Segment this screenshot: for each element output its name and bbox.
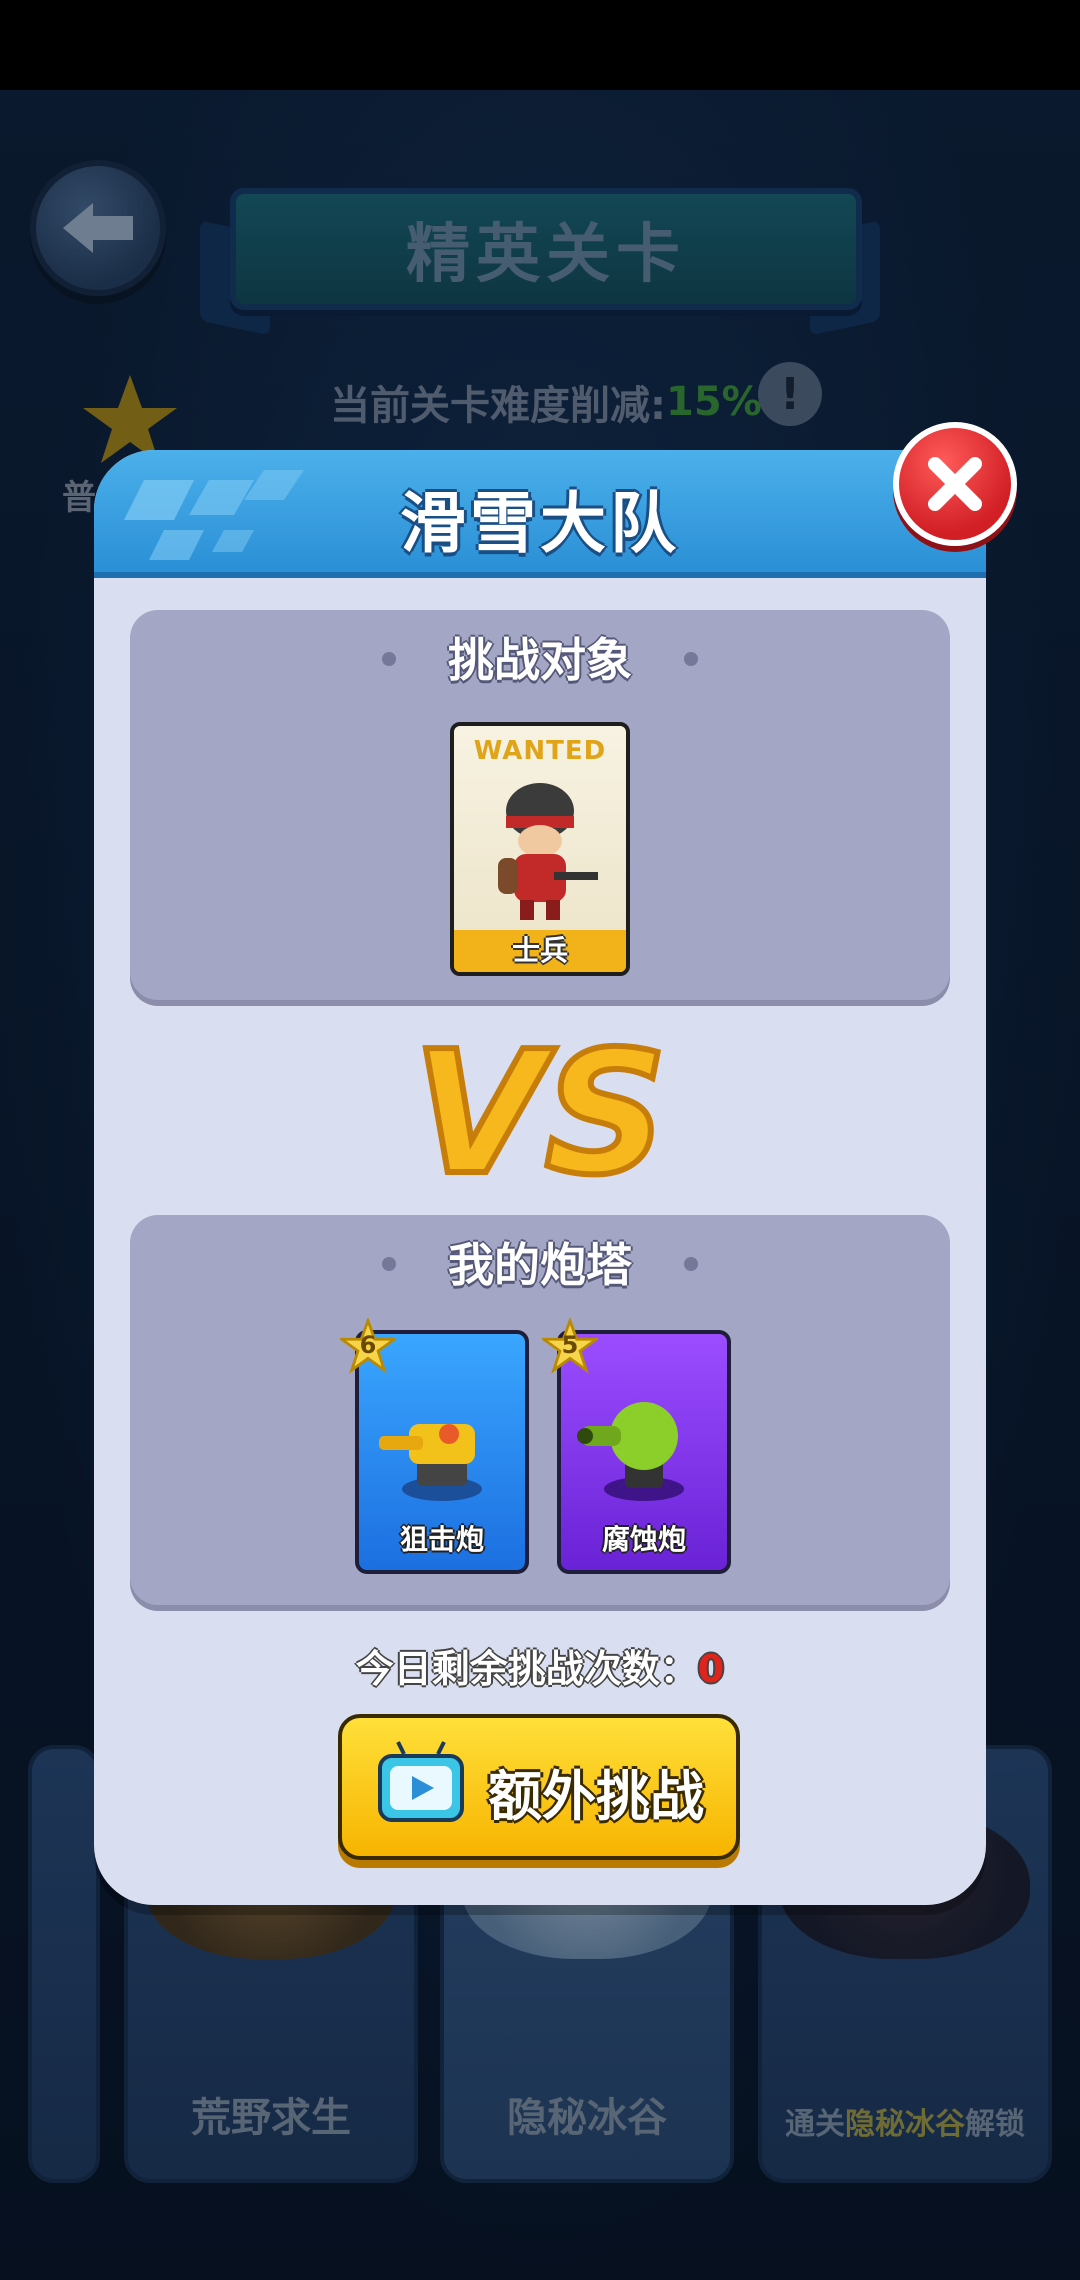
extra-challenge-button[interactable]: 额外挑战 [338,1714,740,1860]
title-dot-right [684,1257,698,1271]
title-dot-right [684,652,698,666]
sniper-cannon-icon [379,1424,482,1501]
tower-name: 腐蚀炮 [601,1523,686,1556]
soldier-icon [498,783,598,920]
tower-level: 6 [359,1331,377,1359]
modal-header: 滑雪大队 [94,450,986,578]
remaining-count: 0 [697,1647,725,1691]
wanted-badge: WANTED [473,736,607,766]
tower-level-star: 6 [340,1318,396,1374]
title-dot-left [382,652,396,666]
vs-emblem: VS [410,1032,670,1192]
vs-text: VS [413,1032,667,1192]
video-ad-icon [378,1741,464,1822]
title-dot-left [382,1257,396,1271]
my-towers-title: 我的炮塔 [448,1238,632,1292]
tower-name: 狙击炮 [399,1523,484,1556]
tower-level-star: 5 [542,1318,598,1374]
my-towers-panel: 我的炮塔 [130,1215,950,1605]
corrosion-cannon-icon [577,1402,684,1501]
extra-challenge-label: 额外挑战 [488,1765,704,1828]
tower-level: 5 [561,1331,579,1359]
status-bar [0,0,1080,90]
enemy-name: 士兵 [454,930,626,972]
close-button[interactable] [893,422,1017,546]
modal-title: 滑雪大队 [400,485,680,562]
enemy-card[interactable]: WANTED 士兵 [450,722,630,976]
challenge-target-title: 挑战对象 [448,633,632,687]
remaining-attempts: 今日剩余挑战次数：0 [0,1638,1080,1693]
remaining-label: 今日剩余挑战次数： [355,1647,698,1691]
close-icon [928,457,982,511]
